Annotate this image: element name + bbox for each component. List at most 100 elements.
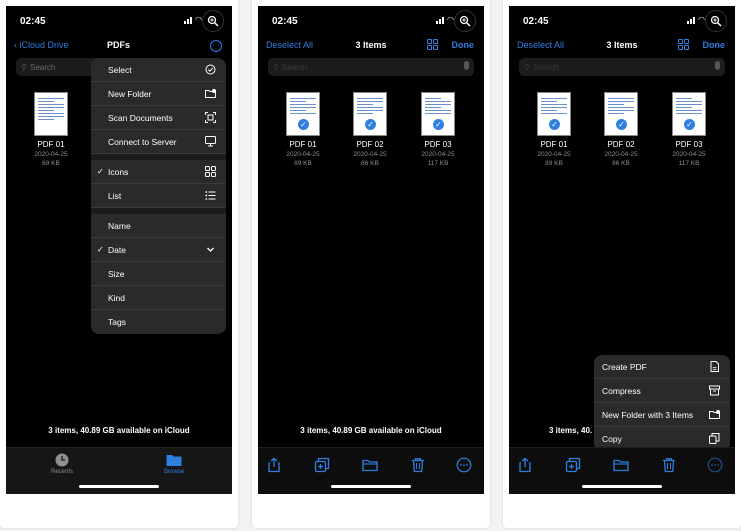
- menu-item-label: List: [108, 191, 122, 201]
- done-button[interactable]: Done: [703, 40, 726, 50]
- status-time: 02:45: [20, 16, 46, 27]
- tab-browse[interactable]: Browse: [144, 453, 204, 475]
- folder-add-icon: [205, 89, 216, 98]
- menu-item-create-pdf[interactable]: Create PDF: [594, 355, 730, 379]
- checkmark: ✓: [97, 245, 104, 254]
- pdf-thumbnail: ✓: [286, 92, 320, 136]
- file-size: 117 KB: [427, 160, 449, 167]
- trash-icon[interactable]: [661, 457, 677, 473]
- file-item[interactable]: ✓ PDF 03 2020-04-25 117 KB: [664, 92, 714, 167]
- home-indicator: [582, 485, 662, 488]
- trash-icon[interactable]: [410, 457, 426, 473]
- menu-item-scan-documents[interactable]: Scan Documents: [91, 106, 226, 130]
- file-item[interactable]: ✓ PDF 01 2020-04-25 89 KB: [278, 92, 328, 167]
- menu-item-sort-tags[interactable]: Tags: [91, 310, 226, 334]
- file-date: 2020-04-25: [34, 151, 68, 158]
- page-title: 3 Items: [355, 40, 387, 50]
- nav-bar: Deselect All 3 Items Done: [509, 38, 735, 58]
- screenshot-card-3: 02:45 ◠ Deselect All 3 Items Done ⚲ Sear…: [503, 0, 741, 528]
- done-button[interactable]: Done: [452, 40, 475, 50]
- duplicate-icon[interactable]: [565, 457, 581, 473]
- share-icon[interactable]: [517, 457, 533, 473]
- file-date: 2020-04-25: [604, 151, 638, 158]
- menu-item-label: New Folder with 3 Items: [602, 410, 694, 420]
- file-item[interactable]: PDF 01 2020-04-25 89 KB: [26, 92, 76, 167]
- grid-icon[interactable]: [678, 39, 689, 50]
- clock-icon: [55, 453, 69, 467]
- zoom-icon[interactable]: [202, 10, 224, 32]
- file-date: 2020-04-25: [286, 151, 320, 158]
- zoom-icon[interactable]: [454, 10, 476, 32]
- storage-info: 3 items, 40.89 GB available on iCloud: [300, 426, 442, 435]
- file-item[interactable]: ✓ PDF 03 2020-04-25 117 KB: [413, 92, 463, 167]
- file-item[interactable]: ✓ PDF 01 2020-04-25 89 KB: [529, 92, 579, 167]
- menu-item-label: Select: [108, 65, 132, 75]
- signal-icon: [687, 16, 695, 24]
- menu-item-new-folder[interactable]: New Folder: [91, 82, 226, 106]
- more-icon[interactable]: ···: [210, 40, 222, 52]
- file-item[interactable]: ✓ PDF 02 2020-04-25 86 KB: [596, 92, 646, 167]
- view-options-menu: Select New Folder Scan Documents Connect…: [91, 58, 226, 334]
- menu-item-icons[interactable]: ✓ Icons: [91, 160, 226, 184]
- folder-add-icon: [709, 410, 720, 419]
- file-size: 89 KB: [42, 160, 60, 167]
- microphone-icon: [464, 61, 469, 70]
- status-icons: ◠: [687, 16, 705, 24]
- file-date: 2020-04-25: [537, 151, 571, 158]
- more-icon[interactable]: [456, 457, 472, 473]
- search-input[interactable]: ⚲ Search: [519, 58, 725, 76]
- menu-item-compress[interactable]: Compress: [594, 379, 730, 403]
- back-label: iCloud Drive: [19, 40, 69, 50]
- more-icon[interactable]: [707, 457, 723, 473]
- pdf-thumbnail: ✓: [421, 92, 455, 136]
- signal-icon: [436, 16, 444, 24]
- search-input[interactable]: ⚲ Search: [268, 58, 474, 76]
- file-name: PDF 01: [540, 140, 568, 149]
- zoom-icon[interactable]: [705, 10, 727, 32]
- menu-item-sort-kind[interactable]: Kind: [91, 286, 226, 310]
- checkmark-selected-icon: ✓: [548, 118, 561, 131]
- share-icon[interactable]: [266, 457, 282, 473]
- menu-item-label: Name: [108, 221, 131, 231]
- wifi-icon: ◠: [698, 15, 705, 24]
- file-name: PDF 03: [424, 140, 452, 149]
- menu-item-sort-size[interactable]: Size: [91, 262, 226, 286]
- phone-screen-1: 02:45 ◠ ‹ iCloud Drive PDFs ··· ⚲ Search…: [6, 6, 232, 494]
- home-indicator: [79, 485, 159, 488]
- grid-icon[interactable]: [427, 39, 438, 50]
- pdf-thumbnail: ✓: [604, 92, 638, 136]
- grid-icon: [205, 166, 216, 177]
- menu-item-list[interactable]: List: [91, 184, 226, 208]
- file-name: PDF 01: [289, 140, 317, 149]
- search-placeholder: Search: [30, 62, 56, 72]
- menu-item-new-folder-with-items[interactable]: New Folder with 3 Items: [594, 403, 730, 427]
- file-date: 2020-04-25: [353, 151, 387, 158]
- menu-item-sort-name[interactable]: Name: [91, 214, 226, 238]
- menu-item-select[interactable]: Select: [91, 58, 226, 82]
- checkmark-selected-icon: ✓: [615, 118, 628, 131]
- move-to-folder-icon[interactable]: [362, 457, 378, 473]
- tab-recents[interactable]: Recents: [32, 453, 92, 475]
- scan-icon: [205, 112, 216, 123]
- duplicate-icon[interactable]: [314, 457, 330, 473]
- file-name: PDF 01: [37, 140, 65, 149]
- file-name: PDF 02: [356, 140, 384, 149]
- checkmark-selected-icon: ✓: [297, 118, 310, 131]
- home-indicator: [331, 485, 411, 488]
- file-item[interactable]: ✓ PDF 02 2020-04-25 86 KB: [345, 92, 395, 167]
- signal-icon: [184, 16, 192, 24]
- pdf-thumbnail: ✓: [537, 92, 571, 136]
- file-date: 2020-04-25: [672, 151, 706, 158]
- menu-item-connect-to-server[interactable]: Connect to Server: [91, 130, 226, 154]
- storage-info: 3 items, 40.89 GB available on iCloud: [48, 426, 190, 435]
- file-size: 117 KB: [678, 160, 700, 167]
- menu-item-sort-date[interactable]: ✓ Date: [91, 238, 226, 262]
- move-to-folder-icon[interactable]: [613, 457, 629, 473]
- page-title: PDFs: [107, 40, 131, 50]
- file-size: 89 KB: [294, 160, 312, 167]
- nav-bar: Deselect All 3 Items Done: [258, 38, 484, 58]
- status-time: 02:45: [523, 16, 549, 27]
- tab-label: Browse: [163, 469, 184, 475]
- checkmark-selected-icon: ✓: [364, 118, 377, 131]
- back-button[interactable]: ‹ iCloud Drive: [14, 40, 69, 50]
